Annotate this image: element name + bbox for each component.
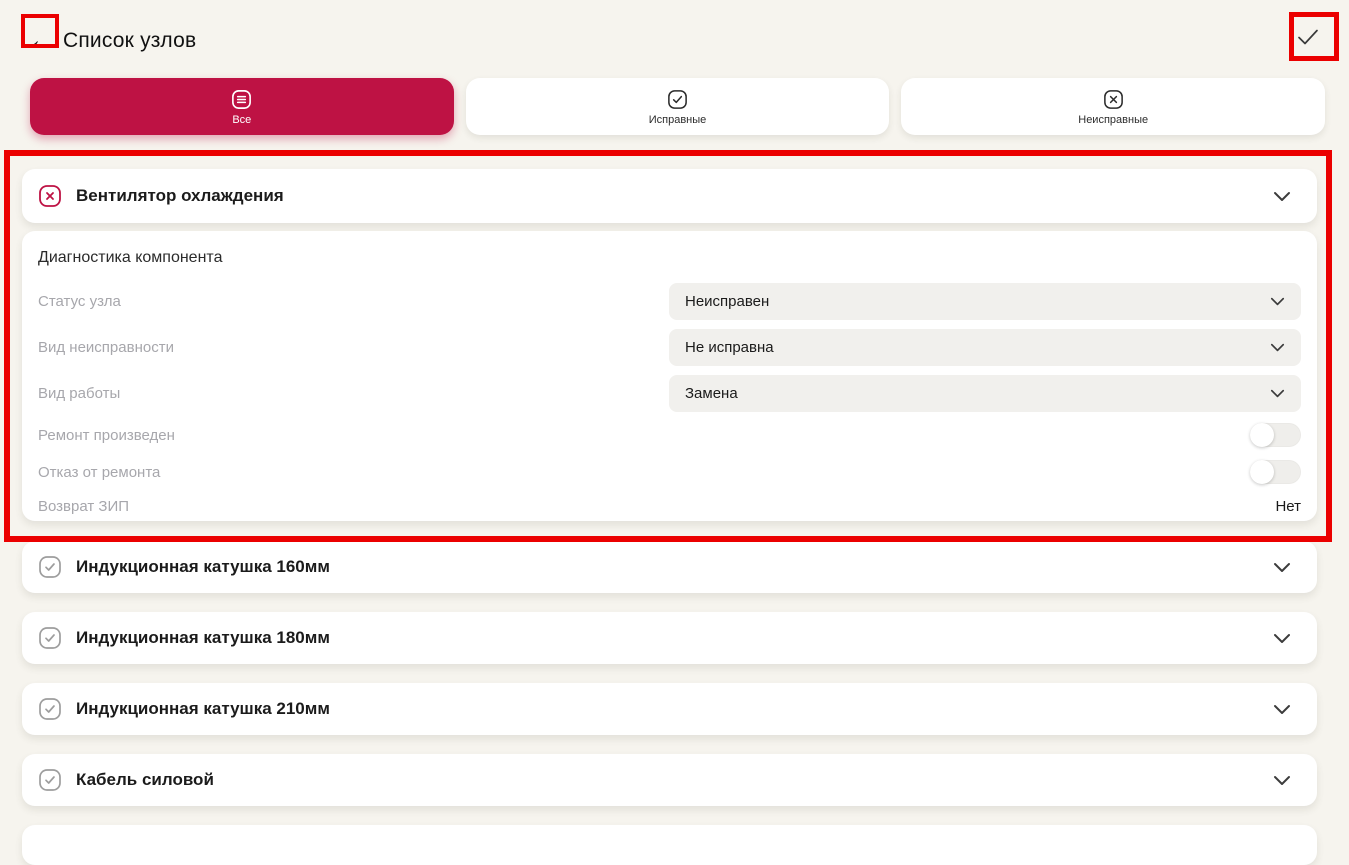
dropdown-value: Не исправна (685, 339, 1270, 356)
field-row-status: Статус узла Неисправен (38, 283, 1301, 320)
field-label: Возврат ЗИП (38, 498, 1275, 515)
tab-healthy[interactable]: Исправные (466, 78, 890, 135)
accordion-item-power-cable[interactable]: Кабель силовой (22, 754, 1317, 806)
filter-tabs: Все Исправные Неисправные (30, 78, 1325, 135)
accordion-item-title: Вентилятор охлаждения (76, 186, 1273, 206)
accordion-item-fan[interactable]: Вентилятор охлаждения (22, 169, 1317, 223)
zip-return-value: Нет (1275, 498, 1301, 515)
dropdown-value: Неисправен (685, 293, 1270, 310)
chevron-down-icon (1270, 343, 1285, 352)
toggle-knob (1250, 460, 1274, 484)
field-row-repair-refused: Отказ от ремонта (38, 458, 1301, 486)
repair-done-toggle[interactable] (1250, 423, 1301, 447)
status-ok-icon (38, 626, 62, 650)
check-square-icon (666, 88, 689, 111)
field-row-repair-done: Ремонт произведен (38, 421, 1301, 449)
confirm-button[interactable] (1290, 22, 1326, 52)
page-title: Список узлов (63, 29, 196, 53)
tab-faulty-label: Неисправные (1078, 114, 1148, 126)
fault-type-dropdown[interactable]: Не исправна (669, 329, 1301, 366)
back-arrow-icon: ← (28, 25, 55, 55)
field-row-zip-return: Возврат ЗИП Нет (38, 494, 1301, 518)
toggle-knob (1250, 423, 1274, 447)
field-label: Вид неисправности (38, 339, 669, 356)
accordion-item-title: Индукционная катушка 180мм (76, 628, 1273, 648)
accordion-item-title: Индукционная катушка 210мм (76, 699, 1273, 719)
accordion-item-coil-160[interactable]: Индукционная катушка 160мм (22, 541, 1317, 593)
confirm-check-icon (1295, 26, 1321, 48)
field-row-fault-type: Вид неисправности Не исправна (38, 329, 1301, 366)
field-label: Статус узла (38, 293, 669, 310)
status-ok-icon (38, 697, 62, 721)
cross-square-icon (1102, 88, 1125, 111)
chevron-down-icon (1273, 633, 1291, 644)
field-row-work-type: Вид работы Замена (38, 375, 1301, 412)
accordion-item-coil-180[interactable]: Индукционная катушка 180мм (22, 612, 1317, 664)
chevron-down-icon (1273, 191, 1291, 202)
panel-title: Диагностика компонента (38, 249, 1301, 267)
chevron-down-icon (1273, 775, 1291, 786)
diagnostics-panel: Диагностика компонента Статус узла Неисп… (22, 231, 1317, 521)
work-type-dropdown[interactable]: Замена (669, 375, 1301, 412)
tab-healthy-label: Исправные (649, 114, 707, 126)
field-label: Ремонт произведен (38, 427, 1250, 444)
back-button[interactable]: ← (28, 27, 59, 56)
tab-all[interactable]: Все (30, 78, 454, 135)
chevron-down-icon (1270, 297, 1285, 306)
list-icon (230, 88, 253, 111)
repair-refused-toggle[interactable] (1250, 460, 1301, 484)
status-ok-icon (38, 768, 62, 792)
accordion-item-title: Индукционная катушка 160мм (76, 557, 1273, 577)
dropdown-value: Замена (685, 385, 1270, 402)
chevron-down-icon (1273, 562, 1291, 573)
chevron-down-icon (1273, 704, 1291, 715)
accordion-item-coil-210[interactable]: Индукционная катушка 210мм (22, 683, 1317, 735)
status-dropdown[interactable]: Неисправен (669, 283, 1301, 320)
node-list-screen: { "header": { "title": "Список узлов" },… (0, 0, 1349, 847)
header: ← Список узлов (0, 0, 1349, 62)
tab-all-label: Все (232, 114, 251, 126)
chevron-down-icon (1270, 389, 1285, 398)
accordion-item-title: Кабель силовой (76, 770, 1273, 790)
accordion-item-partial[interactable] (22, 825, 1317, 865)
status-ok-icon (38, 555, 62, 579)
field-label: Отказ от ремонта (38, 464, 1250, 481)
tab-faulty[interactable]: Неисправные (901, 78, 1325, 135)
status-fault-icon (38, 184, 62, 208)
field-label: Вид работы (38, 385, 669, 402)
